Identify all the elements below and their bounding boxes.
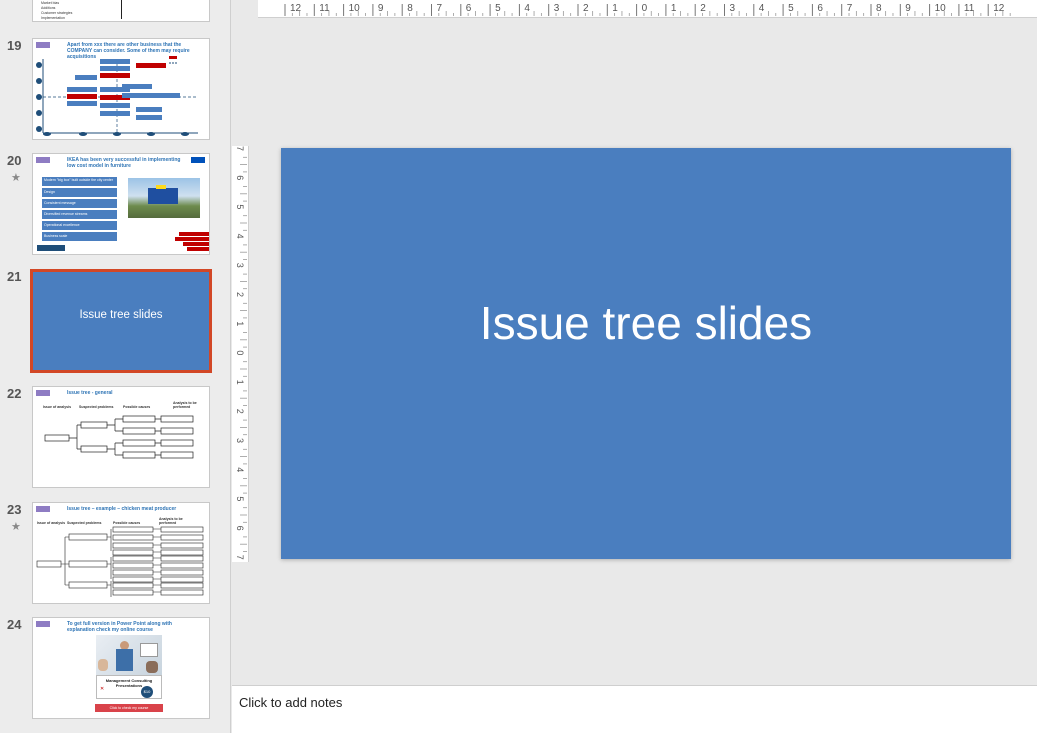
ruler-label: 2 [235,409,245,414]
slide-thumbnail-23[interactable]: Issue tree – example – chicken meat prod… [32,502,210,604]
notes-placeholder[interactable]: Click to add notes [239,695,342,710]
thumb-list-item: Diversified revenue streams [42,210,117,219]
ruler-label: 4 [524,3,530,14]
ruler-label: 1 [671,3,677,14]
thumb-title: To get full version in Power Point along… [67,621,172,633]
notes-pane[interactable]: Click to add notes [232,685,1037,733]
ruler-label: 6 [235,526,245,531]
thumb-list-item: Operational excellence [42,221,117,230]
thumb-logo-tag [36,621,50,627]
ruler-label: 4 [235,234,245,239]
ruler-label: 2 [700,3,706,14]
ruler-label: 3 [235,438,245,443]
ruler-label: 5 [235,496,245,501]
ruler-label: 1 [235,380,245,385]
slide-thumbnail-panel[interactable]: Market bias Additions Customer strategie… [0,0,231,733]
presenter-photo [96,635,162,675]
ruler-label: 7 [235,146,245,151]
ruler-label: 8 [407,3,413,14]
slide-title[interactable]: Issue tree slides [480,296,812,350]
price-badge: $10 [141,686,153,698]
ruler-label: 11 [319,3,330,14]
slide-number: 23 [7,502,22,517]
ruler-label: 7 [235,555,245,560]
thumb-logo-tag [36,157,50,163]
ruler-label: 3 [554,3,560,14]
slide-thumbnail-20[interactable]: IKEA has been very successful in impleme… [32,153,210,255]
powerpoint-window: Market bias Additions Customer strategie… [0,0,1037,733]
slide-thumbnail-18[interactable]: Market bias Additions Customer strategie… [32,0,210,22]
slide-number: 24 [7,617,22,632]
slide-thumbnail-19[interactable]: Apart from xxx there are other business … [32,38,210,140]
ikea-logo-icon [191,157,205,163]
ruler-label: 4 [235,467,245,472]
crossed-price-icon: ✕ [100,686,105,692]
course-link-button[interactable]: Click to check my course [95,704,163,712]
star-icon: ★ [11,172,21,184]
slide-number: 19 [7,38,22,53]
ruler-label: 2 [583,3,589,14]
thumb-issue-tree [44,415,194,459]
ruler-label: 6 [817,3,823,14]
ruler-label: 0 [235,350,245,355]
ruler-label: 5 [495,3,501,14]
star-icon: ★ [11,521,21,533]
thumb-title: Issue tree slides [79,309,163,321]
ruler-label: 9 [905,3,911,14]
ruler-label: 6 [466,3,472,14]
ruler-label: 5 [235,204,245,209]
ruler-label: 1 [612,3,618,14]
ruler-label: 3 [235,263,245,268]
ruler-label: 0 [642,3,648,14]
ruler-label: 6 [235,175,245,180]
slide-thumbnail-21[interactable]: Issue tree slides [30,269,212,373]
slide-number: 22 [7,386,22,401]
thumb-list-item: Consistent message [42,199,117,208]
ruler-label: 11 [964,3,975,14]
thumb-list-item: Modern "big box" built outside the city … [42,177,117,186]
horizontal-ruler[interactable]: 12 11 10 9 8 7 6 5 4 3 2 1 0 1 2 3 4 5 6 7 8 9 10 11 12 [258,0,1037,18]
slide-thumbnail-24[interactable]: To get full version in Power Point along… [32,617,210,719]
ruler-label: 3 [730,3,736,14]
ruler-ticks: 12 11 10 9 8 7 6 5 4 3 2 1 0 1 2 3 4 5 6 7 8 9 10 11 12 [284,3,1011,16]
slide-thumbnail-22[interactable]: Issue tree - general Issue of analysis S… [32,386,210,488]
thumb-list-item: Business scale [42,232,117,241]
ruler-label: 8 [876,3,882,14]
vertical-ruler[interactable]: 7 6 5 4 3 2 1 0 1 2 3 4 5 6 7 [232,146,249,582]
ruler-label: 4 [759,3,765,14]
ruler-label: 7 [437,3,443,14]
ruler-ticks: 7 6 5 4 3 2 1 0 1 2 3 4 5 6 7 [235,146,247,582]
ruler-label: 7 [847,3,853,14]
thumb-list-item: Design [42,188,117,197]
ruler-label: 9 [378,3,384,14]
thumb-diagram [36,56,198,136]
course-card: Management Consulting Presentations ✕ $1… [96,675,162,699]
thumb-issue-tree [36,526,204,597]
ruler-label: 5 [788,3,794,14]
ruler-label: 1 [235,321,245,326]
slide-canvas[interactable]: Issue tree slides [281,148,1011,559]
slide-number: 21 [7,269,22,284]
ruler-label: 2 [235,292,245,297]
slide-number: 20 [7,153,22,168]
store-photo [128,178,200,218]
thumb-title: IKEA has been very successful in impleme… [67,157,181,169]
